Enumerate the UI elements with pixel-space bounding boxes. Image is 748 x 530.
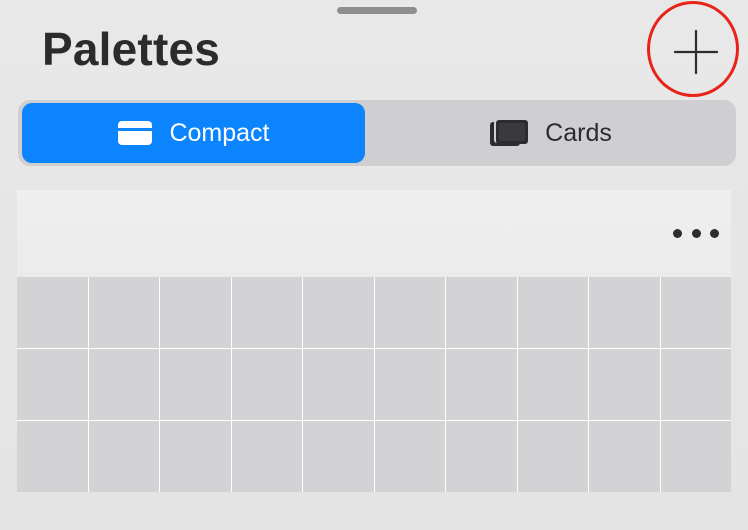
swatch-grid	[17, 277, 731, 492]
stacked-cards-icon	[489, 117, 529, 149]
card-icon	[117, 120, 153, 146]
color-swatch[interactable]	[303, 421, 374, 492]
segment-cards[interactable]: Cards	[369, 103, 732, 163]
color-swatch[interactable]	[517, 421, 588, 492]
segment-compact-label: Compact	[169, 118, 270, 147]
color-swatch[interactable]	[88, 421, 159, 492]
color-swatch[interactable]	[589, 349, 660, 420]
palette-card	[17, 190, 731, 492]
color-swatch[interactable]	[303, 277, 374, 348]
color-swatch[interactable]	[231, 349, 302, 420]
palette-header	[17, 190, 731, 277]
color-swatch[interactable]	[660, 421, 731, 492]
ellipsis-icon	[673, 228, 719, 238]
color-swatch[interactable]	[17, 277, 88, 348]
add-palette-button[interactable]	[670, 26, 722, 78]
color-swatch[interactable]	[374, 421, 445, 492]
color-swatch[interactable]	[517, 277, 588, 348]
page-title: Palettes	[42, 23, 221, 75]
color-swatch[interactable]	[88, 277, 159, 348]
color-swatch[interactable]	[374, 277, 445, 348]
color-swatch[interactable]	[660, 277, 731, 348]
segment-compact[interactable]: Compact	[22, 103, 365, 163]
color-swatch[interactable]	[660, 349, 731, 420]
color-swatch[interactable]	[446, 277, 517, 348]
color-swatch[interactable]	[88, 349, 159, 420]
color-swatch[interactable]	[160, 349, 231, 420]
color-swatch[interactable]	[303, 349, 374, 420]
view-mode-segmented-control: Compact Cards	[18, 100, 736, 166]
color-swatch[interactable]	[446, 349, 517, 420]
color-swatch[interactable]	[231, 277, 302, 348]
palette-more-button[interactable]	[673, 224, 719, 242]
color-swatch[interactable]	[231, 421, 302, 492]
segment-cards-label: Cards	[545, 118, 612, 147]
color-swatch[interactable]	[160, 277, 231, 348]
color-swatch[interactable]	[160, 421, 231, 492]
color-swatch[interactable]	[589, 277, 660, 348]
color-swatch[interactable]	[517, 349, 588, 420]
color-swatch[interactable]	[17, 349, 88, 420]
plus-icon	[673, 29, 719, 75]
color-swatch[interactable]	[17, 421, 88, 492]
color-swatch[interactable]	[446, 421, 517, 492]
sheet-grabber-handle[interactable]	[337, 7, 417, 14]
color-swatch[interactable]	[589, 421, 660, 492]
color-swatch[interactable]	[374, 349, 445, 420]
